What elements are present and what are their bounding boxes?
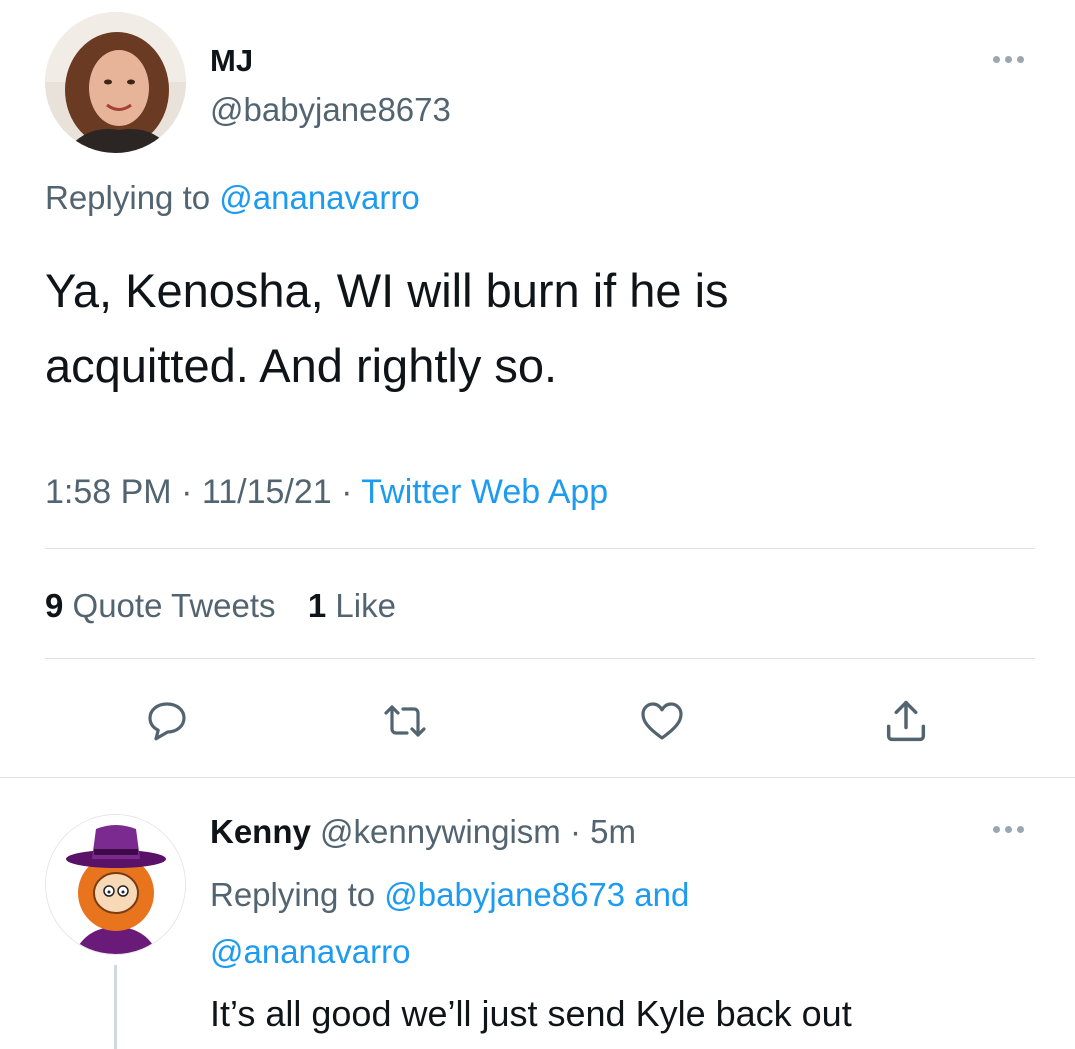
reply-thread-line xyxy=(114,965,117,1049)
reply-author-handle[interactable]: @kennywingism xyxy=(320,813,561,850)
likes-label: Like xyxy=(326,587,396,624)
reply-handle-link-2[interactable]: @ananavarro xyxy=(210,933,410,970)
meta-separator: · xyxy=(331,473,362,511)
reply-age[interactable]: 5m xyxy=(590,813,636,850)
tweet-stats: 9 Quote Tweets 1 Like xyxy=(45,586,396,626)
reply-icon xyxy=(148,702,186,741)
divider xyxy=(45,658,1035,659)
divider xyxy=(0,777,1075,778)
likes-count: 1 xyxy=(307,587,327,624)
like-icon xyxy=(641,702,683,740)
reply-replying-to: Replying to @babyjane8673 and @ananavarr… xyxy=(210,866,689,980)
quote-tweets-count: 9 xyxy=(45,587,64,624)
meta-separator: · xyxy=(171,473,202,511)
reply-text: It’s all good we’ll just send Kyle back … xyxy=(210,993,852,1034)
replying-to-handle-link[interactable]: @ananavarro xyxy=(219,179,419,216)
reply-replying-label: Replying to xyxy=(210,876,385,913)
reply-author-display-name[interactable]: Kenny xyxy=(210,813,311,850)
share-button[interactable] xyxy=(880,695,932,747)
share-icon xyxy=(886,700,926,742)
tweet-meta: 1:58 PM · 11/15/21 · Twitter Web App xyxy=(45,472,608,512)
reply-header: Kenny @kennywingism · 5m xyxy=(210,812,636,852)
tweet-text-line-2: acquitted. And rightly so. xyxy=(45,339,558,392)
divider xyxy=(45,548,1035,549)
quote-tweets-label: Quote Tweets xyxy=(63,587,276,624)
reply-and-text: and xyxy=(625,876,690,913)
avatar-kenny[interactable] xyxy=(45,814,186,955)
author-handle[interactable]: @babyjane8673 xyxy=(210,91,451,129)
like-button[interactable] xyxy=(637,697,687,745)
reply-more-options-icon[interactable] xyxy=(993,826,1024,833)
tweet-text-line-1: Ya, Kenosha, WI will burn if he is xyxy=(45,264,729,317)
tweet-text: Ya, Kenosha, WI will burn if he is acqui… xyxy=(45,253,729,403)
replying-to-line: Replying to @ananavarro xyxy=(45,178,420,218)
reply-handle-link-1[interactable]: @babyjane8673 xyxy=(384,876,625,913)
likes-stat[interactable]: 1 Like xyxy=(308,587,396,624)
reply-button[interactable] xyxy=(143,697,191,745)
retweet-button[interactable] xyxy=(381,697,429,745)
author-display-name[interactable]: MJ xyxy=(210,44,253,78)
quote-tweets-stat[interactable]: 9 Quote Tweets xyxy=(45,587,276,624)
retweet-icon xyxy=(384,705,426,737)
tweet-date[interactable]: 11/15/21 xyxy=(202,473,332,511)
more-options-icon[interactable] xyxy=(993,56,1024,63)
tweet-source-link[interactable]: Twitter Web App xyxy=(361,473,608,511)
replying-to-label: Replying to xyxy=(45,179,220,216)
tweet-time[interactable]: 1:58 PM xyxy=(45,473,172,511)
reply-separator: · xyxy=(560,813,591,850)
avatar-mj[interactable] xyxy=(45,12,186,153)
